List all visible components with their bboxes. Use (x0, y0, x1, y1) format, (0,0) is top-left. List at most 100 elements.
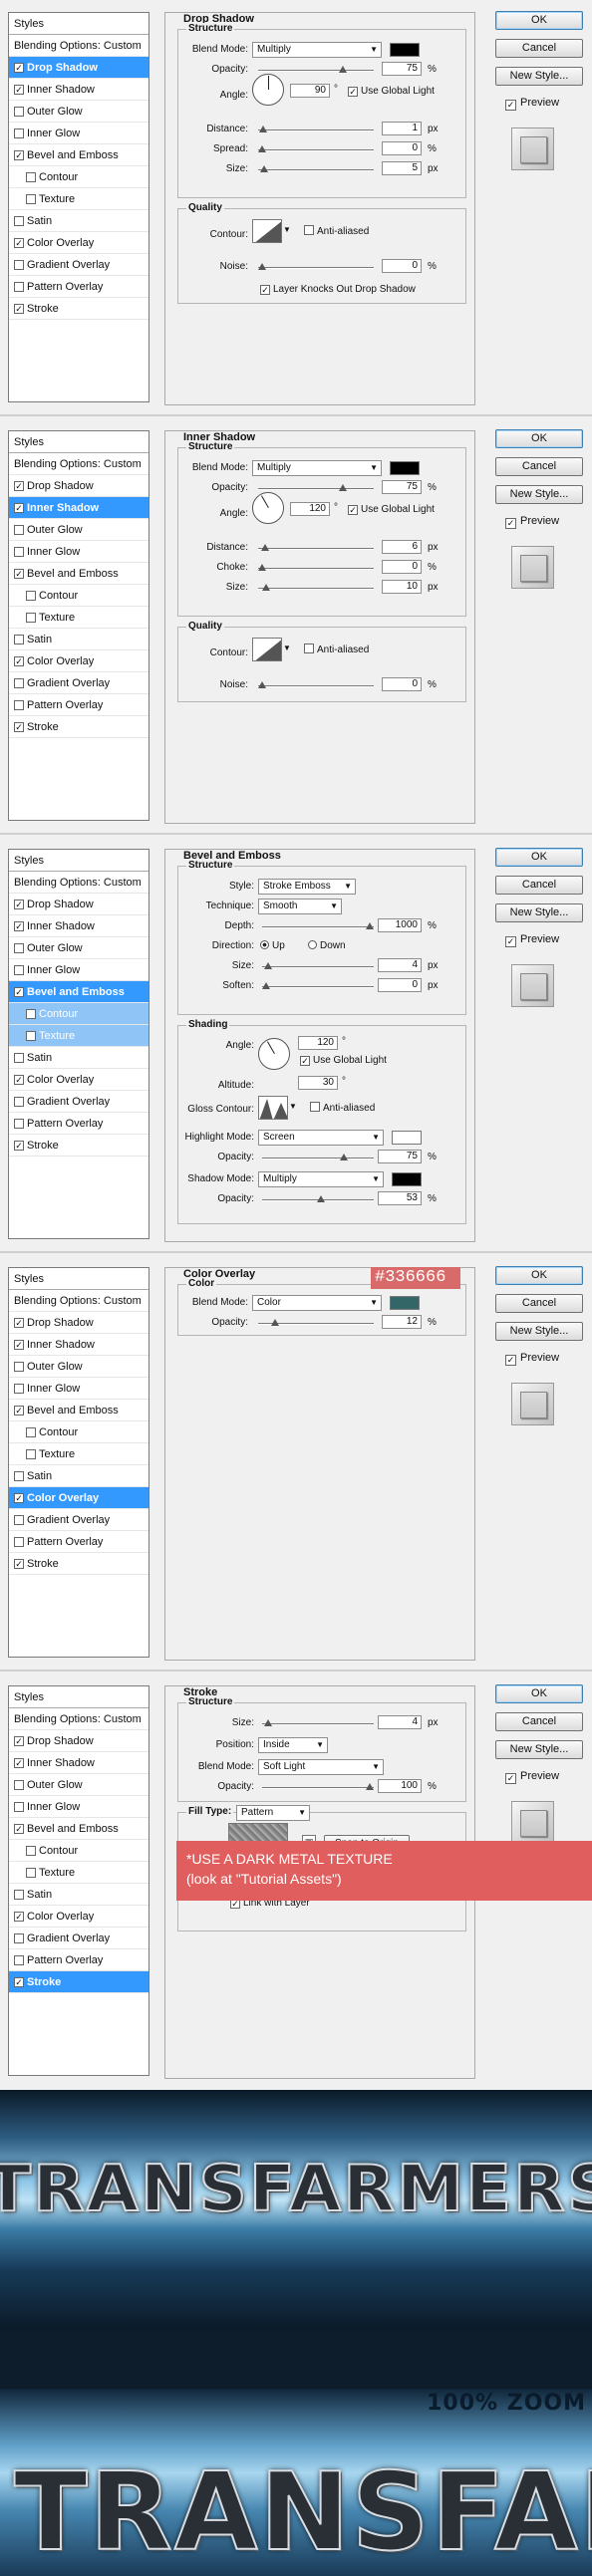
checkbox-icon[interactable]: ✓ (14, 900, 24, 909)
style-item-inner-glow[interactable]: Inner Glow (9, 123, 148, 144)
size-slider[interactable] (262, 1719, 374, 1726)
noise-slider[interactable] (258, 263, 374, 270)
slider-knob[interactable] (259, 126, 267, 132)
checkbox-icon[interactable]: ✓ (14, 85, 24, 95)
slider-knob[interactable] (339, 66, 347, 73)
new-style-button[interactable]: New Style... (495, 67, 583, 86)
style-item-satin[interactable]: Satin (9, 629, 148, 650)
checkbox-icon[interactable]: ✓ (14, 304, 24, 314)
checkbox-icon[interactable] (14, 965, 24, 975)
checkbox-icon[interactable] (14, 943, 24, 953)
checkbox-icon[interactable] (14, 107, 24, 117)
style-item-satin[interactable]: Satin (9, 1884, 148, 1906)
style-item-contour[interactable]: Contour (9, 1840, 148, 1862)
noise-input[interactable]: 0 (382, 677, 422, 691)
style-item-drop-shadow[interactable]: ✓ Drop Shadow (9, 57, 148, 79)
opacity-input[interactable]: 12 (382, 1315, 422, 1329)
checkbox-icon[interactable] (26, 613, 36, 623)
style-item-pattern-overlay[interactable]: Pattern Overlay (9, 1949, 148, 1971)
direction-up-radio[interactable]: Up (260, 939, 285, 953)
altitude-input[interactable]: 30 (298, 1076, 338, 1090)
distance-input[interactable]: 6 (382, 540, 422, 554)
checkbox-icon[interactable]: ✓ (14, 503, 24, 513)
blend-mode-select[interactable]: Soft Light ▼ (258, 1759, 384, 1775)
style-item-bevel-and-emboss[interactable]: ✓ Bevel and Emboss (9, 981, 148, 1003)
distance-slider[interactable] (258, 126, 374, 132)
style-item-texture[interactable]: Texture (9, 607, 148, 629)
checkbox-icon[interactable]: ✓ (14, 656, 24, 666)
size-slider[interactable] (258, 584, 374, 591)
checkbox-icon[interactable] (14, 1097, 24, 1107)
style-item-texture[interactable]: Texture (9, 188, 148, 210)
checkbox-icon[interactable] (14, 260, 24, 270)
highlight-opacity-input[interactable]: 75 (378, 1150, 422, 1163)
slider-knob[interactable] (317, 1195, 325, 1202)
ok-button[interactable]: OK (495, 1266, 583, 1285)
style-item-inner-glow[interactable]: Inner Glow (9, 959, 148, 981)
shadow-opacity-slider[interactable] (262, 1195, 374, 1202)
checkbox-icon[interactable] (26, 194, 36, 204)
new-style-button[interactable]: New Style... (495, 1740, 583, 1759)
depth-slider[interactable] (262, 922, 374, 929)
style-item-satin[interactable]: Satin (9, 1047, 148, 1069)
style-item-inner-glow[interactable]: Inner Glow (9, 1796, 148, 1818)
checkbox-icon[interactable] (14, 1515, 24, 1525)
style-item-blending-options-custom[interactable]: Blending Options: Custom (9, 1290, 148, 1312)
style-item-bevel-and-emboss[interactable]: ✓ Bevel and Emboss (9, 1400, 148, 1421)
checkbox-icon[interactable] (26, 1868, 36, 1878)
style-item-outer-glow[interactable]: Outer Glow (9, 1774, 148, 1796)
blend-mode-select[interactable]: Multiply ▼ (252, 460, 382, 476)
size-input[interactable]: 5 (382, 161, 422, 175)
checkbox-icon[interactable] (14, 1537, 24, 1547)
cancel-button[interactable]: Cancel (495, 1294, 583, 1313)
checkbox-icon[interactable]: ✓ (14, 481, 24, 491)
spread-input[interactable]: 0 (382, 141, 422, 155)
ok-button[interactable]: OK (495, 429, 583, 448)
checkbox-icon[interactable] (14, 1780, 24, 1790)
style-item-texture[interactable]: Texture (9, 1443, 148, 1465)
style-item-inner-glow[interactable]: Inner Glow (9, 541, 148, 563)
blend-mode-select[interactable]: Multiply ▼ (252, 42, 382, 58)
use-global-light-checkbox[interactable]: ✓ Use Global Light (348, 503, 435, 517)
opacity-slider[interactable] (258, 66, 374, 73)
size-slider[interactable] (262, 962, 374, 969)
checkbox-icon[interactable] (14, 635, 24, 644)
opacity-slider[interactable] (258, 1319, 374, 1326)
style-item-gradient-overlay[interactable]: Gradient Overlay (9, 672, 148, 694)
use-global-light-checkbox[interactable]: ✓ Use Global Light (300, 1054, 387, 1068)
checkbox-icon[interactable]: ✓ (14, 1758, 24, 1768)
distance-slider[interactable] (258, 544, 374, 551)
checkbox-icon[interactable] (26, 1449, 36, 1459)
style-item-drop-shadow[interactable]: ✓ Drop Shadow (9, 894, 148, 915)
slider-knob[interactable] (339, 484, 347, 491)
style-item-blending-options-custom[interactable]: Blending Options: Custom (9, 453, 148, 475)
spread-slider[interactable] (258, 145, 374, 152)
style-item-inner-shadow[interactable]: ✓ Inner Shadow (9, 79, 148, 101)
style-item-bevel-and-emboss[interactable]: ✓ Bevel and Emboss (9, 1818, 148, 1840)
slider-knob[interactable] (258, 681, 266, 688)
checkbox-icon[interactable]: ✓ (14, 1736, 24, 1746)
style-item-contour[interactable]: Contour (9, 1003, 148, 1025)
opacity-slider[interactable] (258, 484, 374, 491)
style-item-pattern-overlay[interactable]: Pattern Overlay (9, 1531, 148, 1553)
contour-picker[interactable] (252, 638, 282, 661)
cancel-button[interactable]: Cancel (495, 876, 583, 895)
styles-header[interactable]: Styles (9, 1686, 148, 1708)
chevron-down-icon[interactable]: ▼ (289, 1102, 297, 1111)
direction-down-radio[interactable]: Down (308, 939, 346, 953)
style-item-contour[interactable]: Contour (9, 166, 148, 188)
slider-knob[interactable] (261, 544, 269, 551)
shadow-color-swatch[interactable] (390, 461, 420, 475)
style-item-pattern-overlay[interactable]: Pattern Overlay (9, 694, 148, 716)
slider-knob[interactable] (258, 263, 266, 270)
new-style-button[interactable]: New Style... (495, 1322, 583, 1341)
style-item-satin[interactable]: Satin (9, 210, 148, 232)
style-item-texture[interactable]: Texture (9, 1025, 148, 1047)
style-item-stroke[interactable]: ✓ Stroke (9, 1553, 148, 1575)
style-item-texture[interactable]: Texture (9, 1862, 148, 1884)
checkbox-icon[interactable] (14, 1802, 24, 1812)
shadow-mode-select[interactable]: Multiply ▼ (258, 1171, 384, 1187)
anti-aliased-checkbox[interactable]: Anti-aliased (304, 644, 369, 657)
checkbox-icon[interactable] (14, 1119, 24, 1129)
cancel-button[interactable]: Cancel (495, 457, 583, 476)
